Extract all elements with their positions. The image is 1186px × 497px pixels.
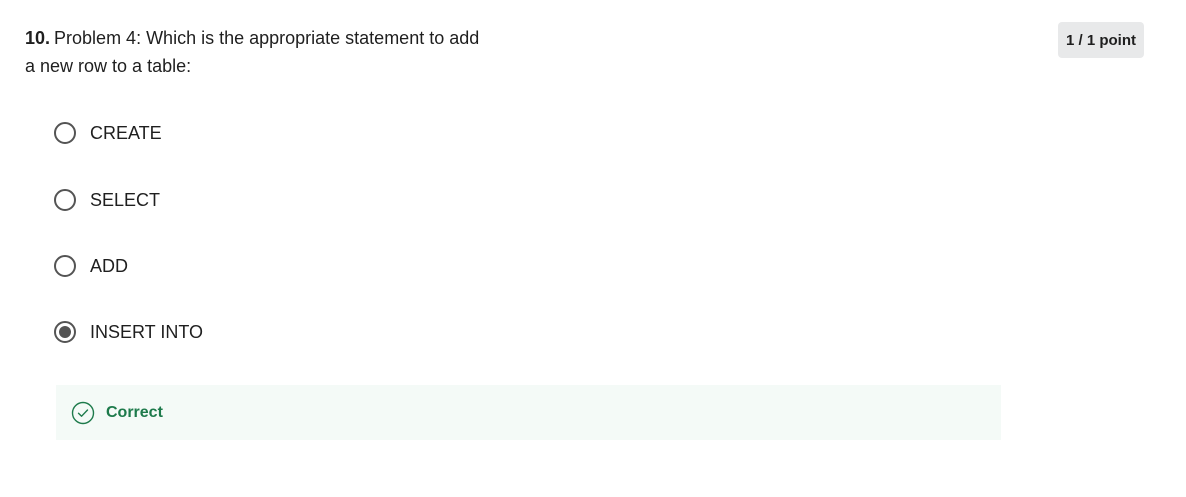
radio-selected-dot [59, 326, 71, 338]
option-create[interactable]: CREATE [54, 118, 162, 148]
question-number: 10. [25, 28, 51, 48]
radio-button[interactable] [54, 122, 76, 144]
feedback-banner: Correct [56, 385, 1001, 440]
question-text: Problem 4: Which is the appropriate stat… [25, 28, 480, 76]
check-circle-icon [71, 401, 95, 425]
option-label: INSERT INTO [90, 321, 204, 342]
radio-button[interactable] [54, 189, 76, 211]
score-badge: 1 / 1 point [1058, 22, 1144, 58]
option-label: SELECT [90, 189, 161, 210]
option-add[interactable]: ADD [54, 251, 128, 281]
radio-button[interactable] [54, 255, 76, 277]
option-label: CREATE [90, 122, 162, 143]
radio-button-selected[interactable] [54, 321, 76, 343]
feedback-status: Correct [106, 403, 163, 421]
option-insert-into[interactable]: INSERT INTO [54, 317, 203, 347]
option-select[interactable]: SELECT [54, 185, 160, 215]
question: 10. Problem 4: Which is the appropriate s… [25, 24, 485, 80]
option-label: ADD [90, 255, 129, 276]
